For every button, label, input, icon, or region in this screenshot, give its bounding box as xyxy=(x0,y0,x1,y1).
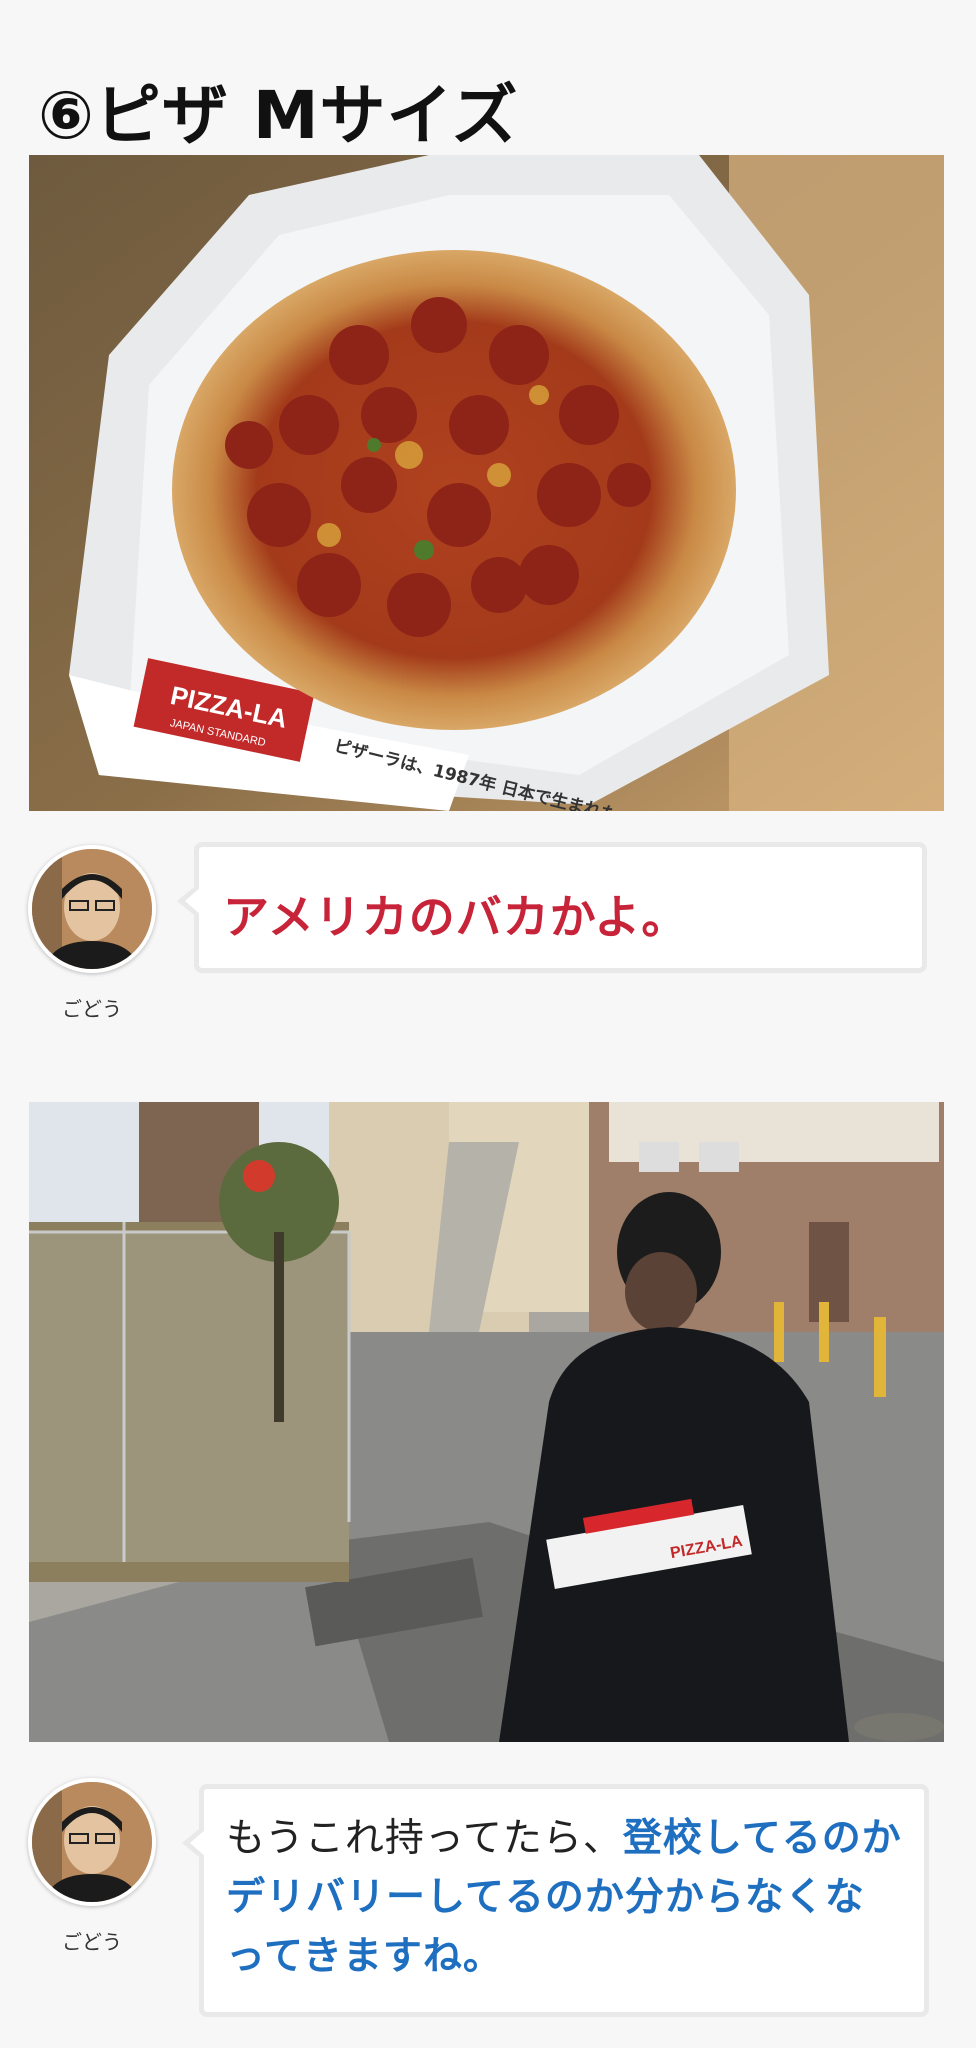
speech-bubble: もうこれ持ってたら、登校してるのかデリバリーしてるのか分からなくなってきますね。 xyxy=(182,1784,929,2017)
comment-text-plain: もうこれ持ってたら、 xyxy=(226,1816,623,1861)
speaker-name: ごどう xyxy=(62,997,122,1021)
pizza-photo: PIZZA-LA JAPAN STANDARD ピザーラは、1987年 日本で生… xyxy=(29,155,944,811)
speech-bubble: アメリカのバカかよ。 xyxy=(177,842,927,973)
comment-text: アメリカのバカかよ。 xyxy=(223,890,689,944)
comment-speaker: ごどう xyxy=(27,845,157,1022)
speaker-name: ごどう xyxy=(62,1930,122,1954)
avatar xyxy=(28,1778,156,1906)
comment-speaker: ごどう xyxy=(27,1778,157,1955)
section-heading: ⑥ピザ Mサイズ xyxy=(38,74,519,165)
avatar xyxy=(28,845,156,973)
comment-text: もうこれ持ってたら、登校してるのかデリバリーしてるのか分からなくなってきますね。 xyxy=(226,1809,904,1986)
street-photo: PIZZA-LA xyxy=(29,1102,944,1742)
